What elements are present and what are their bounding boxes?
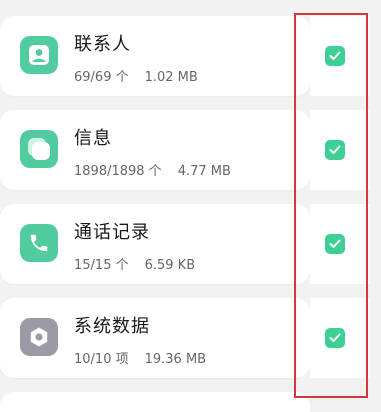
select-checkbox[interactable] <box>325 234 345 254</box>
item-meta: 69/69 个 1.02 MB <box>74 66 198 85</box>
settings-icon <box>20 318 58 356</box>
checkbox-cell[interactable] <box>310 16 370 96</box>
item-card[interactable]: 通话记录 15/15 个 6.59 KB <box>0 204 310 284</box>
check-icon <box>329 333 341 342</box>
contact-icon <box>20 36 58 74</box>
item-meta: 10/10 项 19.36 MB <box>74 348 206 367</box>
list-item-messages[interactable]: 信息 1898/1898 个 4.77 MB <box>0 110 381 190</box>
check-icon <box>329 51 341 60</box>
item-card[interactable]: 信息 1898/1898 个 4.77 MB <box>0 110 310 190</box>
item-size: 6.59 KB <box>144 258 196 273</box>
list-item-contacts[interactable]: 联系人 69/69 个 1.02 MB <box>0 16 381 96</box>
message-icon <box>20 130 58 168</box>
checkbox-cell[interactable] <box>310 110 370 190</box>
item-title: 联系人 <box>74 34 131 55</box>
list-item-system-data[interactable]: 系统数据 10/10 项 19.36 MB <box>0 298 381 378</box>
checkbox-cell[interactable] <box>310 204 370 284</box>
list-item-call-log[interactable]: 通话记录 15/15 个 6.59 KB <box>0 204 381 284</box>
item-meta: 15/15 个 6.59 KB <box>74 254 195 273</box>
item-card[interactable]: 系统数据 10/10 项 19.36 MB <box>0 298 310 378</box>
item-size: 19.36 MB <box>144 352 207 367</box>
select-checkbox[interactable] <box>325 46 345 66</box>
item-title: 信息 <box>74 128 112 149</box>
item-count: 69/69 个 <box>74 70 129 85</box>
item-meta: 1898/1898 个 4.77 MB <box>74 160 231 179</box>
item-card[interactable]: 联系人 69/69 个 1.02 MB <box>0 16 310 96</box>
item-title: 通话记录 <box>74 222 150 243</box>
item-size: 1.02 MB <box>144 70 198 85</box>
phone-icon <box>20 224 58 262</box>
check-icon <box>329 239 341 248</box>
next-item-card <box>0 392 310 412</box>
select-checkbox[interactable] <box>325 328 345 348</box>
select-checkbox[interactable] <box>325 140 345 160</box>
checkbox-cell[interactable] <box>310 298 370 378</box>
check-icon <box>329 145 341 154</box>
item-count: 10/10 项 <box>74 352 129 367</box>
item-title: 系统数据 <box>74 316 150 337</box>
item-count: 15/15 个 <box>74 258 129 273</box>
item-count: 1898/1898 个 <box>74 164 162 179</box>
item-size: 4.77 MB <box>177 164 231 179</box>
